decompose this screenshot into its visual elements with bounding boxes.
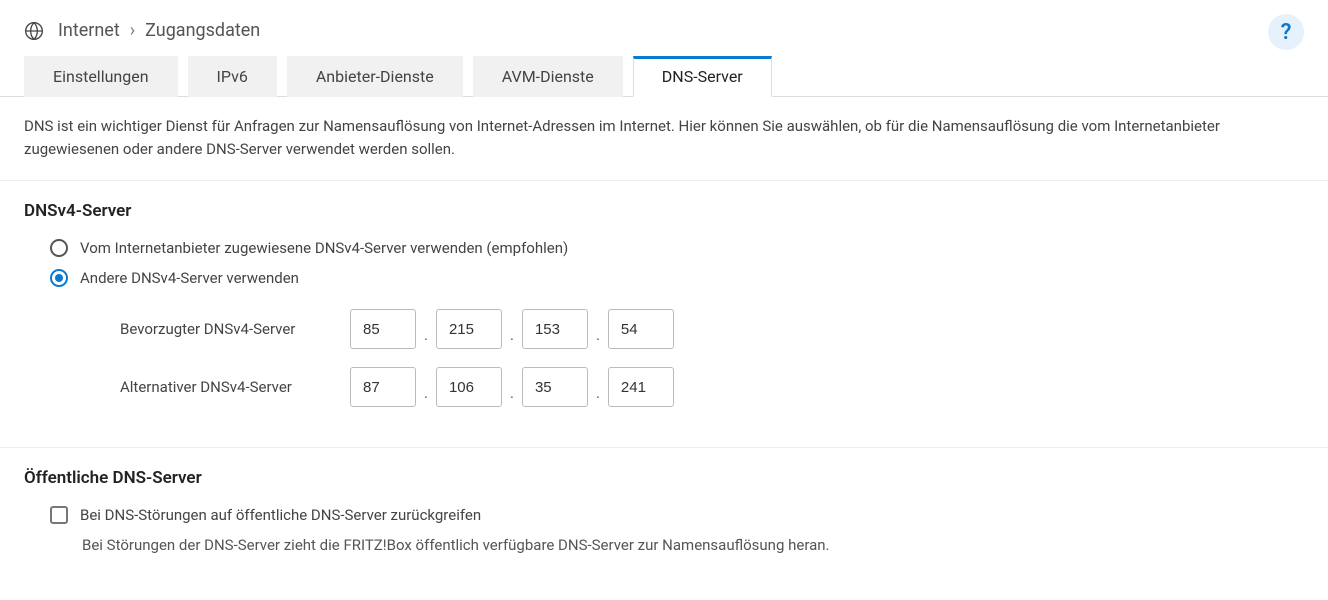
tab-einstellungen[interactable]: Einstellungen <box>24 56 178 97</box>
dot-separator: . <box>424 326 428 344</box>
dot-separator: . <box>596 326 600 344</box>
alternative-dnsv4-octet-1[interactable] <box>350 367 416 407</box>
breadcrumb-item-internet[interactable]: Internet <box>58 20 120 41</box>
radio-label: Vom Internetanbieter zugewiesene DNSv4-S… <box>80 239 568 257</box>
alternative-dnsv4-octet-3[interactable] <box>522 367 588 407</box>
preferred-dnsv4-label: Bevorzugter DNSv4-Server <box>80 320 350 338</box>
intro-text: DNS ist ein wichtiger Dienst für Anfrage… <box>0 97 1328 181</box>
tab-anbieter-dienste[interactable]: Anbieter-Dienste <box>287 56 463 97</box>
alternative-dnsv4-octet-4[interactable] <box>608 367 674 407</box>
alternative-dnsv4-row: Alternativer DNSv4-Server . . . <box>80 367 1304 407</box>
public-dns-fallback-checkbox[interactable]: Bei DNS-Störungen auf öffentliche DNS-Se… <box>50 506 1304 524</box>
dot-separator: . <box>510 326 514 344</box>
checkbox-icon <box>50 506 68 524</box>
tabbar: Einstellungen IPv6 Anbieter-Dienste AVM-… <box>0 55 1328 97</box>
breadcrumb-item-zugangsdaten[interactable]: Zugangsdaten <box>145 20 260 41</box>
help-button[interactable]: ? <box>1268 14 1304 50</box>
ip-config-group: Bevorzugter DNSv4-Server . . . Alternati… <box>80 309 1304 407</box>
dot-separator: . <box>424 384 428 402</box>
alternative-dnsv4-octet-2[interactable] <box>436 367 502 407</box>
alternative-dnsv4-label: Alternativer DNSv4-Server <box>80 378 350 396</box>
globe-icon <box>24 21 44 41</box>
preferred-dnsv4-octet-4[interactable] <box>608 309 674 349</box>
radio-icon <box>50 239 68 257</box>
public-dns-note: Bei Störungen der DNS-Server zieht die F… <box>82 536 1304 554</box>
radio-provider-dnsv4[interactable]: Vom Internetanbieter zugewiesene DNSv4-S… <box>50 239 1304 257</box>
dot-separator: . <box>596 384 600 402</box>
chevron-right-icon: › <box>130 20 135 41</box>
page-header: Internet › Zugangsdaten ? <box>0 0 1328 55</box>
dnsv4-heading: DNSv4-Server <box>24 201 1304 221</box>
radio-other-dnsv4[interactable]: Andere DNSv4-Server verwenden <box>50 269 1304 287</box>
tab-ipv6[interactable]: IPv6 <box>188 56 277 97</box>
radio-icon-checked <box>50 269 68 287</box>
tab-dns-server[interactable]: DNS-Server <box>633 56 772 97</box>
preferred-dnsv4-octet-3[interactable] <box>522 309 588 349</box>
public-dns-heading: Öffentliche DNS-Server <box>24 468 1304 488</box>
preferred-dnsv4-octet-2[interactable] <box>436 309 502 349</box>
preferred-dnsv4-octet-1[interactable] <box>350 309 416 349</box>
preferred-dnsv4-row: Bevorzugter DNSv4-Server . . . <box>80 309 1304 349</box>
checkbox-label: Bei DNS-Störungen auf öffentliche DNS-Se… <box>80 506 481 524</box>
tab-avm-dienste[interactable]: AVM-Dienste <box>473 56 623 97</box>
section-dnsv4: DNSv4-Server Vom Internetanbieter zugewi… <box>0 181 1328 448</box>
radio-label: Andere DNSv4-Server verwenden <box>80 269 299 287</box>
dot-separator: . <box>510 384 514 402</box>
section-public-dns: Öffentliche DNS-Server Bei DNS-Störungen… <box>0 448 1328 576</box>
breadcrumb: Internet › Zugangsdaten <box>58 20 260 41</box>
